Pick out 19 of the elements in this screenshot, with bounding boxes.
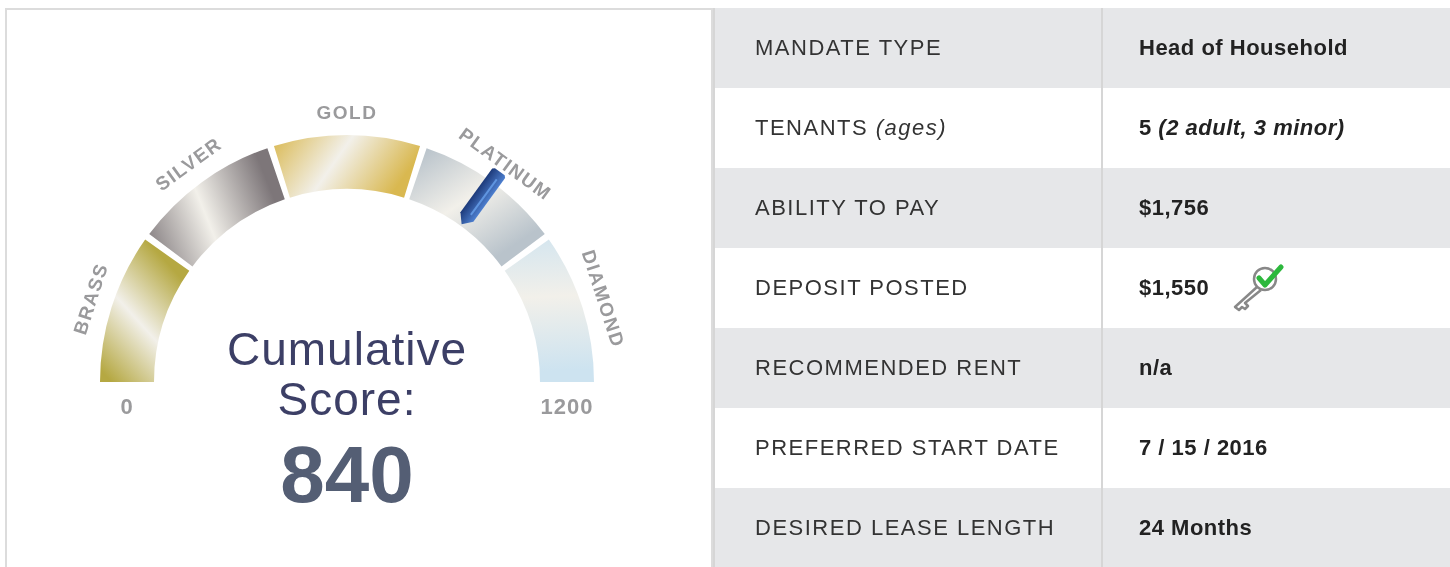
field-value: 24 Months <box>1139 514 1253 541</box>
field-value: 5 (2 adult, 3 minor) <box>1139 115 1345 141</box>
field-label: PREFERRED START DATE <box>755 435 1060 461</box>
field-label: TENANTS (ages) <box>755 115 948 141</box>
field-label: RECOMMENDED RENT <box>755 355 1023 381</box>
field-label: DESIRED LEASE LENGTH <box>755 514 1056 541</box>
score-value: 840 <box>279 430 415 520</box>
field-value: n/a <box>1139 355 1173 381</box>
field-value: 7 / 15 / 2016 <box>1139 435 1268 461</box>
max-label: 1200 <box>540 394 594 419</box>
field-value: $1,756 <box>1139 195 1210 221</box>
field-label: ABILITY TO PAY <box>755 195 941 221</box>
score-caption: Cumulative Score: <box>225 324 469 424</box>
field-value: $1,550 <box>1139 275 1210 301</box>
min-label: 0 <box>120 394 134 419</box>
tier-label: GOLD <box>316 102 378 123</box>
field-label: MANDATE TYPE <box>755 35 943 61</box>
field-label: DEPOSIT POSTED <box>755 275 969 301</box>
field-value: Head of Household <box>1139 35 1348 61</box>
